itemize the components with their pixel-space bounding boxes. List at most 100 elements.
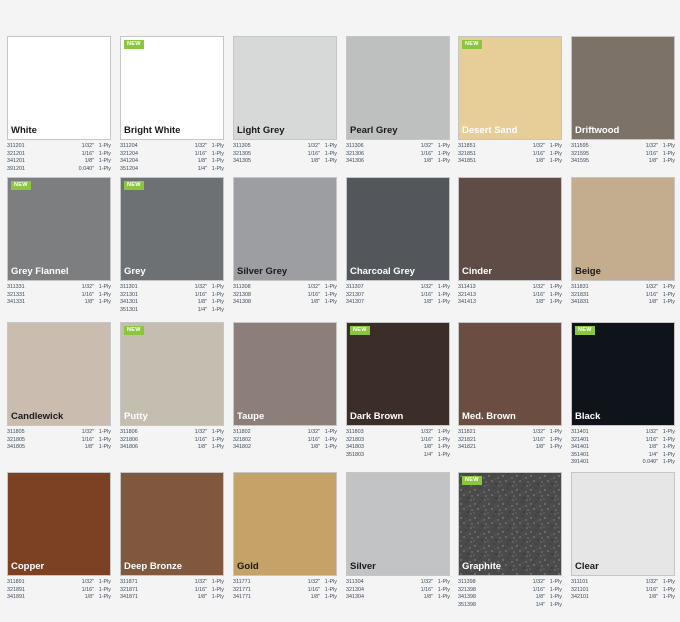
thickness: 1/8": [648, 158, 658, 165]
spec-row: 341398 1/8" 1-Ply: [458, 594, 562, 602]
thickness: 1/8": [197, 444, 207, 451]
ply-count: 1-Ply: [662, 579, 675, 585]
color-swatch-catalog: White 311201 1/32" 1-Ply 321201 1/16" 1-Ply 341…: [0, 0, 680, 622]
spec-list: 311301 1/32" 1-Ply 321301 1/16" 1-Ply 341301 1/…: [120, 284, 224, 314]
swatch-card-gold: Gold 311771 1/32" 1-Ply 321771 1/16" 1-Ply 3417…: [233, 472, 337, 602]
part-number: 321305: [233, 150, 251, 157]
thickness: 1/32": [645, 579, 658, 585]
ply-count: 1-Ply: [662, 158, 675, 165]
thickness: 1/4": [197, 165, 207, 172]
part-number: 321204: [120, 150, 138, 157]
swatch-card-copper: Copper 311891 1/32" 1-Ply 321891 1/16" 1-Ply 34…: [7, 472, 111, 602]
ply-count: 1-Ply: [437, 444, 450, 451]
swatch-card-desert-sand: NEW Desert Sand 311851 1/32" 1-Ply 321851 1/16…: [458, 36, 562, 166]
ply-count: 1-Ply: [98, 429, 111, 435]
color-swatch: Taupe: [233, 322, 337, 426]
color-swatch: Driftwood: [571, 36, 675, 140]
thickness: 1/4": [197, 306, 207, 313]
new-badge: NEW: [575, 326, 595, 335]
spec-row: 341204 1/8" 1-Ply: [120, 158, 224, 166]
ply-count: 1-Ply: [662, 586, 675, 593]
thickness: 1/4": [423, 451, 433, 458]
spec-row: 341413 1/8" 1-Ply: [458, 299, 562, 307]
thickness: 1/8": [535, 594, 545, 601]
color-swatch: NEW Black: [571, 322, 675, 426]
color-name: Gold: [237, 561, 259, 572]
part-number: 341891: [7, 594, 25, 601]
spec-row: 311398 1/32" 1-Ply: [458, 579, 562, 587]
spec-row: 311802 1/32" 1-Ply: [233, 429, 337, 437]
ply-count: 1-Ply: [98, 284, 111, 290]
thickness: 1/16": [81, 586, 94, 593]
spec-list: 311204 1/32" 1-Ply 321204 1/16" 1-Ply 341204 1/…: [120, 143, 224, 173]
ply-count: 1-Ply: [437, 299, 450, 306]
spec-row: 341304 1/8" 1-Ply: [346, 594, 450, 602]
spec-row: 321851 1/16" 1-Ply: [458, 151, 562, 159]
spec-row: 321805 1/16" 1-Ply: [7, 437, 111, 445]
part-number: 311401: [571, 429, 589, 435]
color-swatch: Light Grey: [233, 36, 337, 140]
ply-count: 1-Ply: [437, 158, 450, 165]
spec-row: 321301 1/16" 1-Ply: [120, 292, 224, 300]
thickness: 1/32": [194, 579, 207, 585]
spec-row: 311308 1/32" 1-Ply: [233, 284, 337, 292]
spec-row: 341201 1/8" 1-Ply: [7, 158, 111, 166]
part-number: 311301: [120, 284, 138, 290]
part-number: 311595: [571, 143, 589, 149]
ply-count: 1-Ply: [324, 143, 337, 149]
swatch-card-bright-white: NEW Bright White 311204 1/32" 1-Ply 321204 1/1…: [120, 36, 224, 173]
color-name: Grey: [124, 266, 146, 277]
ply-count: 1-Ply: [549, 579, 562, 585]
ply-count: 1-Ply: [324, 299, 337, 306]
part-number: 341831: [571, 299, 589, 306]
spec-row: 341831 1/8" 1-Ply: [571, 299, 675, 307]
thickness: 1/8": [84, 299, 94, 306]
thickness: 1/32": [81, 143, 94, 149]
color-name: Copper: [11, 561, 45, 572]
thickness: 1/16": [420, 291, 433, 298]
spec-list: 311401 1/32" 1-Ply 321401 1/16" 1-Ply 341401 1/…: [571, 429, 675, 467]
part-number: 341306: [346, 158, 364, 165]
ply-count: 1-Ply: [662, 444, 675, 451]
spec-row: 341307 1/8" 1-Ply: [346, 299, 450, 307]
spec-row: 351301 1/4" 1-Ply: [120, 307, 224, 315]
spec-row: 311201 1/32" 1-Ply: [7, 143, 111, 151]
spec-list: 311771 1/32" 1-Ply 321771 1/16" 1-Ply 341771 1/…: [233, 579, 337, 602]
color-name: Desert Sand: [462, 125, 518, 136]
color-name: Graphite: [462, 561, 502, 572]
ply-count: 1-Ply: [549, 436, 562, 443]
swatch-card-med-brown: Med. Brown 311821 1/32" 1-Ply 321821 1/16" 1-P…: [458, 322, 562, 452]
part-number: 341806: [120, 444, 138, 451]
part-number: 321304: [346, 586, 364, 593]
spec-row: 321891 1/16" 1-Ply: [7, 587, 111, 595]
spec-row: 321204 1/16" 1-Ply: [120, 151, 224, 159]
ply-count: 1-Ply: [98, 150, 111, 157]
spec-row: 311307 1/32" 1-Ply: [346, 284, 450, 292]
color-swatch: Gold: [233, 472, 337, 576]
part-number: 341595: [571, 158, 589, 165]
color-name: Pearl Grey: [350, 125, 398, 136]
ply-count: 1-Ply: [98, 291, 111, 298]
color-name: Cinder: [462, 266, 493, 277]
part-number: 321301: [120, 291, 138, 298]
new-badge: NEW: [124, 326, 144, 335]
swatch-card-deep-bronze: Deep Bronze 311871 1/32" 1-Ply 321871 1/16" 1-…: [120, 472, 224, 602]
thickness: 1/32": [420, 143, 433, 149]
spec-row: 341802 1/8" 1-Ply: [233, 444, 337, 452]
ply-count: 1-Ply: [98, 586, 111, 593]
spec-row: 351401 1/4" 1-Ply: [571, 452, 675, 460]
thickness: 1/16": [645, 291, 658, 298]
part-number: 341413: [458, 299, 476, 306]
ply-count: 1-Ply: [211, 284, 224, 290]
part-number: 311771: [233, 579, 251, 585]
thickness: 0.040": [642, 459, 658, 466]
thickness: 1/32": [81, 284, 94, 290]
part-number: 351803: [346, 451, 364, 458]
part-number: 311331: [7, 284, 25, 290]
color-swatch: Silver: [346, 472, 450, 576]
color-name: Driftwood: [575, 125, 620, 136]
ply-count: 1-Ply: [98, 299, 111, 306]
part-number: 311851: [458, 143, 476, 149]
thickness: 1/8": [310, 594, 320, 601]
thickness: 1/4": [535, 601, 545, 608]
